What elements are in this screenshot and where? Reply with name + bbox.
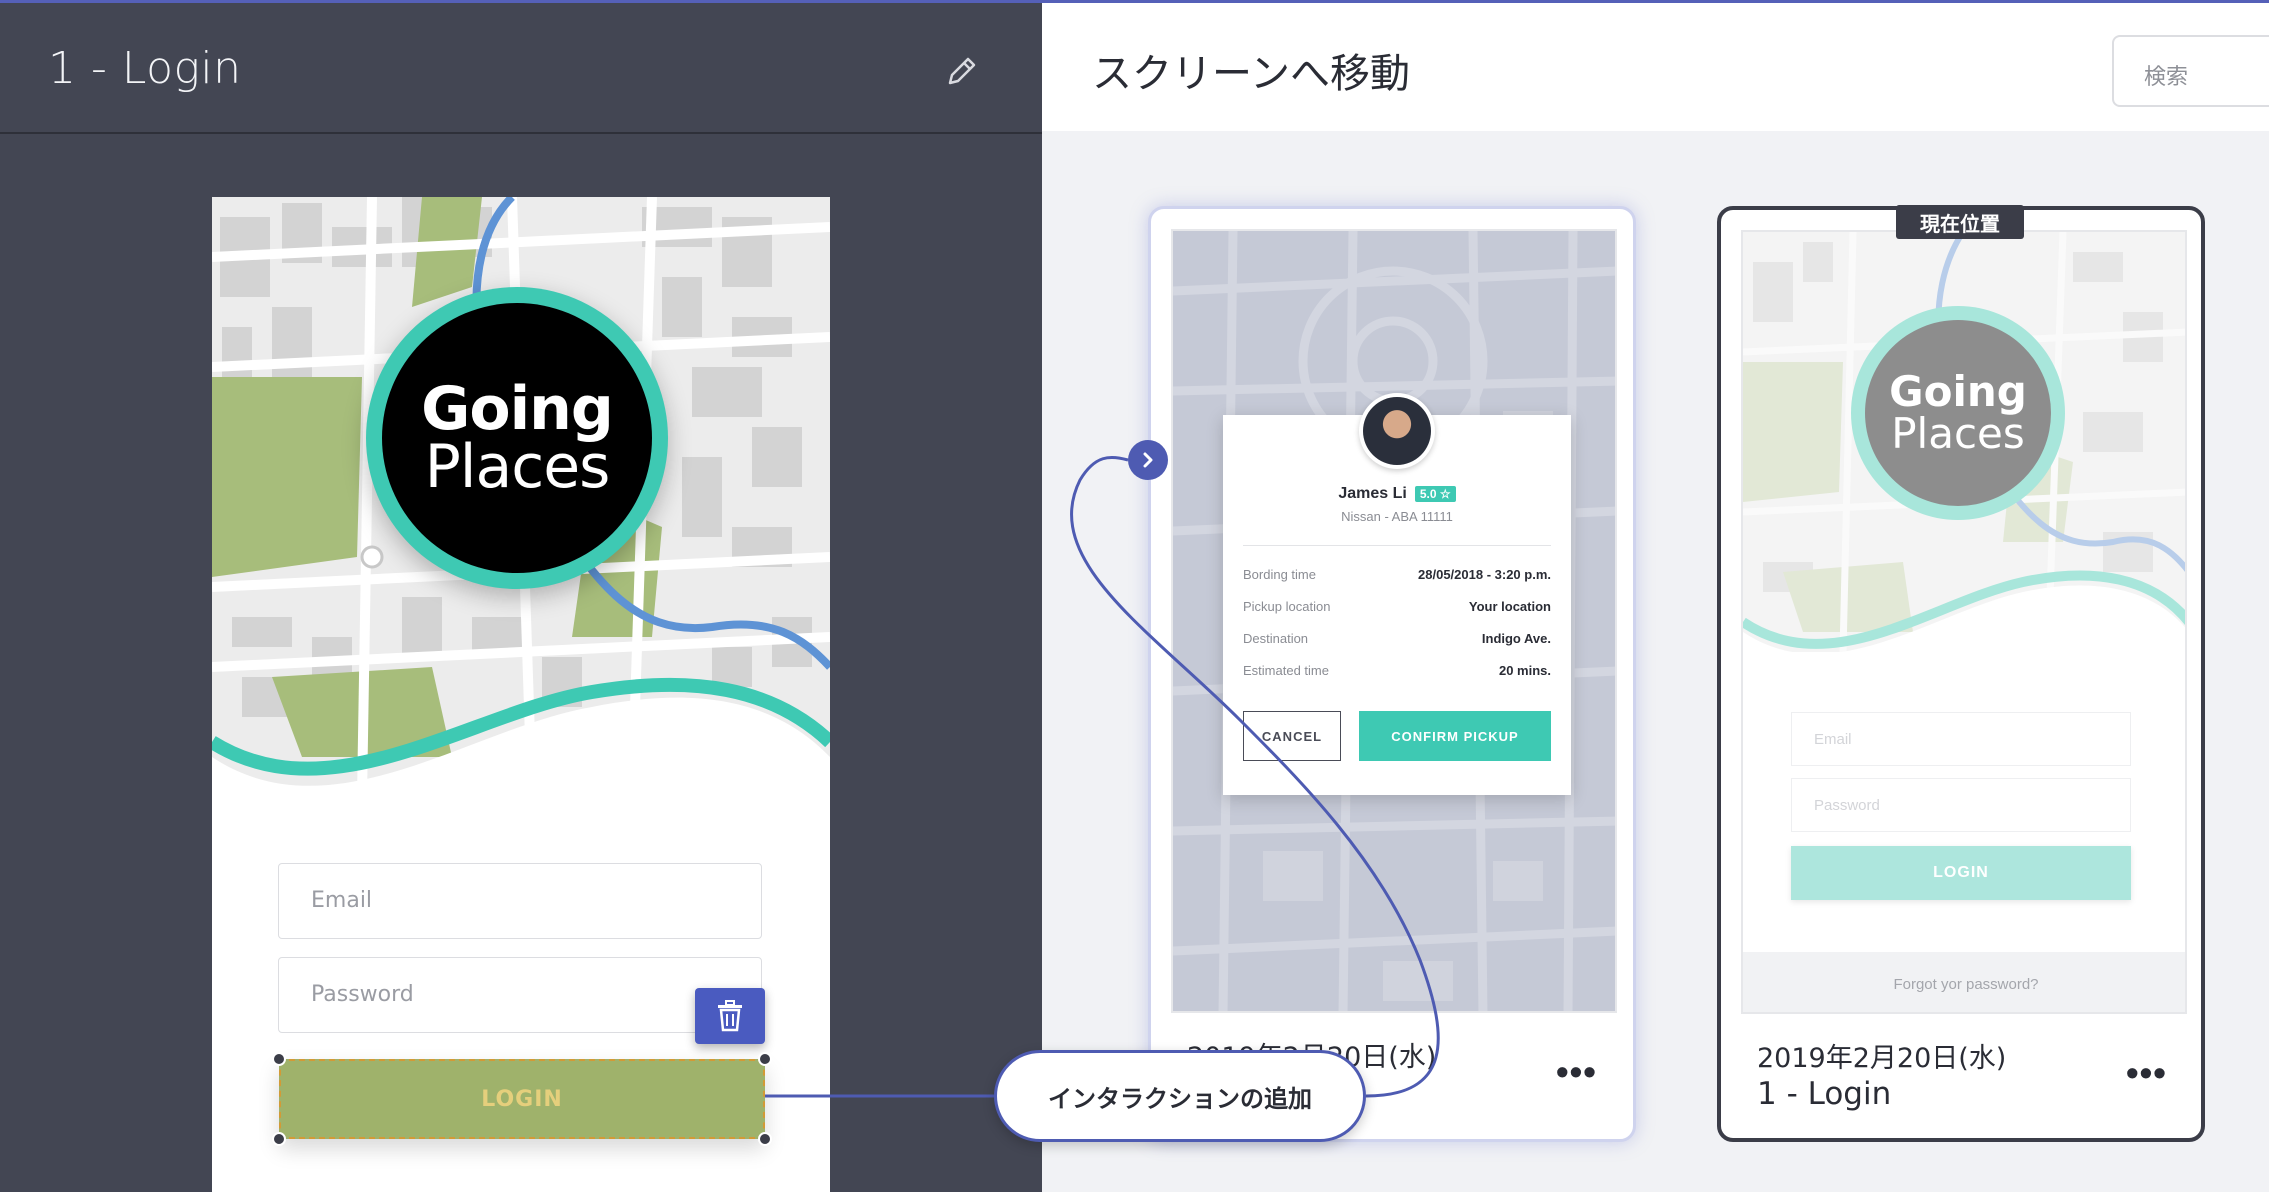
search-placeholder: 検索 bbox=[2144, 64, 2189, 89]
pencil-icon[interactable] bbox=[942, 51, 982, 91]
password-placeholder: Password bbox=[1814, 797, 1880, 814]
driver-name: James Li bbox=[1338, 485, 1407, 502]
rating-badge: 5.0 ☆ bbox=[1414, 485, 1456, 502]
card-name: 1 - Login bbox=[1757, 1076, 1892, 1112]
logo: Going Places bbox=[366, 287, 668, 589]
screen-card-current[interactable]: Going Places Email Password LOGIN Forgot… bbox=[1717, 206, 2205, 1142]
current-location-badge: 現在位置 bbox=[1896, 205, 2024, 239]
trash-icon bbox=[718, 1000, 742, 1032]
logo-text-places: Places bbox=[1891, 409, 2025, 458]
divider bbox=[1243, 545, 1551, 546]
screen-thumbnail: James Li 5.0 ☆ Nissan - ABA 11111 Bording… bbox=[1171, 229, 1617, 1013]
detail-value: 20 mins. bbox=[1498, 663, 1551, 678]
password-field[interactable]: Password bbox=[278, 957, 762, 1033]
resize-handle[interactable] bbox=[758, 1052, 772, 1066]
email-placeholder: Email bbox=[1814, 731, 1852, 748]
email-field: Email bbox=[1791, 712, 2131, 766]
email-field[interactable]: Email bbox=[278, 863, 762, 939]
chevron-right-icon bbox=[1143, 452, 1153, 468]
password-placeholder: Password bbox=[311, 982, 414, 1007]
resize-handle[interactable] bbox=[272, 1132, 286, 1146]
more-options-button[interactable]: ••• bbox=[1556, 1051, 1597, 1093]
editor-header: 1 - Login bbox=[0, 3, 1042, 134]
add-interaction-button[interactable]: インタラクションの追加 bbox=[994, 1050, 1366, 1142]
vehicle-info: Nissan - ABA 11111 bbox=[1341, 509, 1453, 524]
pickup-dialog: James Li 5.0 ☆ Nissan - ABA 11111 Bording… bbox=[1223, 393, 1571, 795]
email-placeholder: Email bbox=[311, 888, 373, 913]
avatar bbox=[1359, 393, 1435, 469]
search-input[interactable]: 検索 bbox=[2112, 35, 2269, 107]
detail-value: 28/05/2018 - 3:20 p.m. bbox=[1418, 567, 1551, 582]
resize-handle[interactable] bbox=[272, 1052, 286, 1066]
navigator-header: スクリーンへ移動 検索 bbox=[1042, 0, 2269, 131]
logo: Going Places bbox=[1851, 306, 2065, 520]
login-button: LOGIN bbox=[1791, 846, 2131, 900]
resize-handle[interactable] bbox=[758, 1132, 772, 1146]
detail-label: Destination bbox=[1243, 631, 1309, 646]
more-options-button[interactable]: ••• bbox=[2126, 1052, 2167, 1094]
detail-value: Indigo Ave. bbox=[1481, 631, 1551, 646]
navigator-title: スクリーンへ移動 bbox=[1092, 51, 1410, 97]
delete-button[interactable] bbox=[695, 988, 765, 1044]
detail-label: Estimated time bbox=[1243, 663, 1329, 678]
login-button-selected[interactable]: LOGIN bbox=[279, 1059, 765, 1139]
logo-text-going: Going bbox=[421, 374, 614, 444]
forgot-password-link: Forgot yor password? bbox=[1743, 952, 2185, 1012]
password-field: Password bbox=[1791, 778, 2131, 832]
cancel-button[interactable]: CANCEL bbox=[1243, 711, 1341, 761]
link-target-handle[interactable] bbox=[1128, 440, 1168, 480]
detail-label: Bording time bbox=[1243, 567, 1316, 582]
logo-text-going: Going bbox=[1889, 367, 2027, 416]
screen-card[interactable]: James Li 5.0 ☆ Nissan - ABA 11111 Bording… bbox=[1148, 206, 1636, 1142]
logo-text-places: Places bbox=[424, 432, 611, 502]
map-illustration: Going Places bbox=[212, 197, 830, 797]
detail-value: Your location bbox=[1468, 599, 1551, 614]
screen-thumbnail: Going Places Email Password LOGIN Forgot… bbox=[1741, 230, 2187, 1014]
screen-title: 1 - Login bbox=[48, 43, 242, 94]
card-date: 2019年2月20日(水) bbox=[1757, 1043, 2007, 1074]
screen-editor-panel: 1 - Login Going Places Email Password LO… bbox=[0, 0, 1042, 1192]
confirm-pickup-button[interactable]: CONFIRM PICKUP bbox=[1359, 711, 1551, 761]
detail-label: Pickup location bbox=[1243, 599, 1331, 614]
